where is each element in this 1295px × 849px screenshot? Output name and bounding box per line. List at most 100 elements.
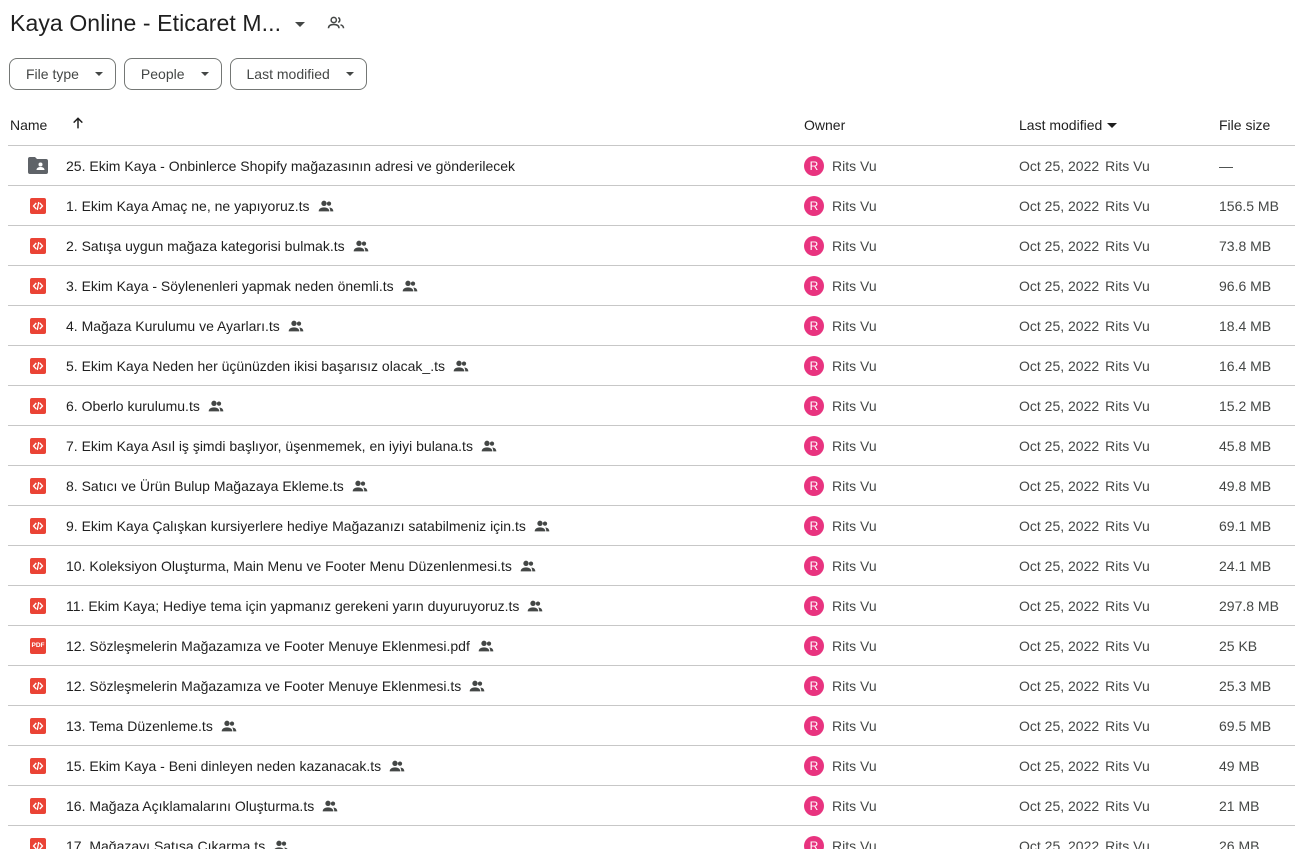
owner-cell: R Rits Vu xyxy=(804,786,877,825)
arrow-drop-down-icon[interactable] xyxy=(295,21,306,27)
table-row[interactable]: 8. Satıcı ve Ürün Bulup Mağazaya Ekleme.… xyxy=(8,466,1295,506)
file-size-cell: 15.2 MB xyxy=(1219,397,1272,414)
file-name[interactable]: 16. Mağaza Açıklamalarını Oluşturma.ts xyxy=(66,786,338,825)
file-type-filter[interactable]: File type xyxy=(9,58,116,90)
code-file-icon xyxy=(28,346,48,385)
modified-by: Rits Vu xyxy=(1105,837,1150,849)
owner-name: Rits Vu xyxy=(832,437,877,454)
file-name[interactable]: 5. Ekim Kaya Neden her üçünüzden ikisi b… xyxy=(66,346,469,385)
file-name[interactable]: 1. Ekim Kaya Amaç ne, ne yapıyoruz.ts xyxy=(66,186,334,225)
table-row[interactable]: PDF 12. Sözleşmelerin Mağazamıza ve Foote… xyxy=(8,626,1295,666)
people-outline-icon[interactable] xyxy=(327,14,345,32)
file-name[interactable]: 15. Ekim Kaya - Beni dinleyen neden kaza… xyxy=(66,746,405,785)
people-filter[interactable]: People xyxy=(123,58,222,90)
modified-date: Oct 25, 2022 xyxy=(1019,157,1100,174)
shared-people-icon xyxy=(208,398,224,414)
last-modified-cell: Oct 25, 2022 Rits Vu xyxy=(1019,746,1150,785)
column-last-modified[interactable]: Last modified xyxy=(1019,117,1118,133)
owner-cell: R Rits Vu xyxy=(804,706,877,745)
file-name[interactable]: 12. Sözleşmelerin Mağazamıza ve Footer M… xyxy=(66,666,485,705)
avatar: R xyxy=(804,395,824,416)
owner-cell: R Rits Vu xyxy=(804,186,877,225)
table-row[interactable]: 25. Ekim Kaya - Onbinlerce Shopify mağaz… xyxy=(8,146,1295,186)
file-size-cell: 297.8 MB xyxy=(1219,597,1279,614)
shared-people-icon xyxy=(527,598,543,614)
code-file-icon xyxy=(28,186,48,225)
modified-by: Rits Vu xyxy=(1105,717,1150,734)
last-modified-cell: Oct 25, 2022 Rits Vu xyxy=(1019,666,1150,705)
table-row[interactable]: 4. Mağaza Kurulumu ve Ayarları.ts R Rits V… xyxy=(8,306,1295,346)
avatar: R xyxy=(804,675,824,696)
file-name[interactable]: 3. Ekim Kaya - Söylenenleri yapmak neden… xyxy=(66,266,418,305)
file-name[interactable]: 8. Satıcı ve Ürün Bulup Mağazaya Ekleme.… xyxy=(66,466,368,505)
last-modified-filter[interactable]: Last modified xyxy=(229,58,367,90)
code-file-icon xyxy=(28,826,48,849)
avatar: R xyxy=(804,755,824,776)
shared-people-icon xyxy=(481,438,497,454)
folder-header: Kaya Online - Eticaret M... xyxy=(10,6,345,40)
file-name[interactable]: 4. Mağaza Kurulumu ve Ayarları.ts xyxy=(66,306,304,345)
table-row[interactable]: 1. Ekim Kaya Amaç ne, ne yapıyoruz.ts R Ri… xyxy=(8,186,1295,226)
table-row[interactable]: 2. Satışa uygun mağaza kategorisi bulmak… xyxy=(8,226,1295,266)
modified-date: Oct 25, 2022 xyxy=(1019,357,1100,374)
column-name[interactable]: Name xyxy=(10,117,47,133)
modified-by: Rits Vu xyxy=(1105,557,1150,574)
file-name[interactable]: 12. Sözleşmelerin Mağazamıza ve Footer M… xyxy=(66,626,494,665)
file-name[interactable]: 2. Satışa uygun mağaza kategorisi bulmak… xyxy=(66,226,369,265)
file-name[interactable]: 10. Koleksiyon Oluşturma, Main Menu ve F… xyxy=(66,546,536,585)
file-name[interactable]: 6. Oberlo kurulumu.ts xyxy=(66,386,224,425)
file-name[interactable]: 9. Ekim Kaya Çalışkan kursiyerlere hediy… xyxy=(66,506,550,545)
modified-date: Oct 25, 2022 xyxy=(1019,517,1100,534)
owner-name: Rits Vu xyxy=(832,717,877,734)
owner-cell: R Rits Vu xyxy=(804,386,877,425)
file-name[interactable]: 25. Ekim Kaya - Onbinlerce Shopify mağaz… xyxy=(66,146,515,185)
code-file-icon xyxy=(28,586,48,625)
table-row[interactable]: 10. Koleksiyon Oluşturma, Main Menu ve F… xyxy=(8,546,1295,586)
table-row[interactable]: 15. Ekim Kaya - Beni dinleyen neden kaza… xyxy=(8,746,1295,786)
code-file-icon xyxy=(28,386,48,425)
file-size-cell: — xyxy=(1219,157,1233,174)
file-name[interactable]: 13. Tema Düzenleme.ts xyxy=(66,706,237,745)
arrow-upward-icon[interactable] xyxy=(70,115,86,134)
code-file-icon xyxy=(28,266,48,305)
owner-name: Rits Vu xyxy=(832,317,877,334)
table-row[interactable]: 11. Ekim Kaya; Hediye tema için yapmanız… xyxy=(8,586,1295,626)
table-row[interactable]: 7. Ekim Kaya Asıl iş şimdi başlıyor, üşe… xyxy=(8,426,1295,466)
avatar: R xyxy=(804,715,824,736)
modified-date: Oct 25, 2022 xyxy=(1019,277,1100,294)
arrow-drop-down-icon xyxy=(200,72,209,76)
file-size-cell: 26 MB xyxy=(1219,837,1260,849)
avatar: R xyxy=(804,635,824,656)
table-row[interactable]: 13. Tema Düzenleme.ts R Rits Vu Oct 25, 202… xyxy=(8,706,1295,746)
owner-name: Rits Vu xyxy=(832,237,877,254)
table-row[interactable]: 12. Sözleşmelerin Mağazamıza ve Footer M… xyxy=(8,666,1295,706)
modified-date: Oct 25, 2022 xyxy=(1019,837,1100,849)
table-row[interactable]: 9. Ekim Kaya Çalışkan kursiyerlere hediy… xyxy=(8,506,1295,546)
modified-date: Oct 25, 2022 xyxy=(1019,197,1100,214)
filter-chips: File type People Last modified xyxy=(9,58,367,90)
owner-cell: R Rits Vu xyxy=(804,266,877,305)
owner-cell: R Rits Vu xyxy=(804,506,877,545)
file-name[interactable]: 11. Ekim Kaya; Hediye tema için yapmanız… xyxy=(66,586,543,625)
table-row[interactable]: 5. Ekim Kaya Neden her üçünüzden ikisi b… xyxy=(8,346,1295,386)
column-file-size[interactable]: File size xyxy=(1219,117,1270,133)
code-file-icon xyxy=(28,466,48,505)
table-row[interactable]: 3. Ekim Kaya - Söylenenleri yapmak neden… xyxy=(8,266,1295,306)
code-file-icon xyxy=(28,506,48,545)
owner-name: Rits Vu xyxy=(832,837,877,849)
shared-folder-icon xyxy=(28,146,48,185)
shared-people-icon xyxy=(221,718,237,734)
file-name[interactable]: 17. Mağazayı Satışa Çıkarma.ts xyxy=(66,826,289,849)
table-row[interactable]: 17. Mağazayı Satışa Çıkarma.ts R Rits Vu Oc… xyxy=(8,826,1295,849)
code-file-icon xyxy=(28,746,48,785)
last-modified-cell: Oct 25, 2022 Rits Vu xyxy=(1019,546,1150,585)
column-owner[interactable]: Owner xyxy=(804,117,845,133)
folder-title[interactable]: Kaya Online - Eticaret M... xyxy=(10,10,281,37)
file-name[interactable]: 7. Ekim Kaya Asıl iş şimdi başlıyor, üşe… xyxy=(66,426,497,465)
table-row[interactable]: 16. Mağaza Açıklamalarını Oluşturma.ts R R… xyxy=(8,786,1295,826)
code-file-icon xyxy=(28,226,48,265)
owner-cell: R Rits Vu xyxy=(804,146,877,185)
owner-cell: R Rits Vu xyxy=(804,546,877,585)
table-row[interactable]: 6. Oberlo kurulumu.ts R Rits Vu Oct 25, 202… xyxy=(8,386,1295,426)
shared-people-icon xyxy=(352,478,368,494)
